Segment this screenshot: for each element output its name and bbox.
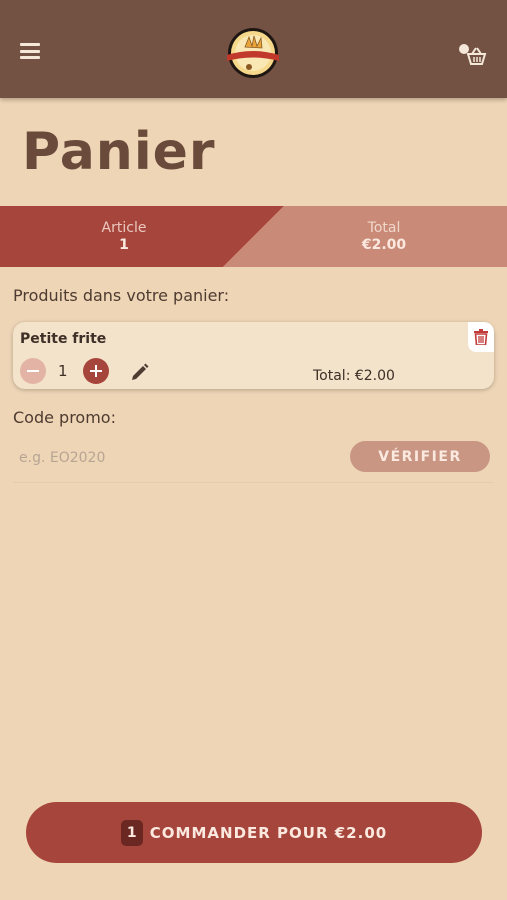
cart-item: Petite frite 1 Total: €2.00: [13, 322, 494, 389]
trash-icon[interactable]: [468, 322, 494, 352]
order-button-label: COMMANDER POUR €2.00: [149, 823, 388, 842]
total-value: €2.00: [361, 237, 407, 253]
increase-quantity-button[interactable]: [83, 358, 109, 384]
menu-icon[interactable]: [20, 43, 40, 59]
articles-label: Article: [101, 220, 147, 236]
products-heading: Produits dans votre panier:: [13, 286, 230, 305]
top-bar: [0, 0, 507, 98]
total-summary: Total €2.00: [304, 220, 464, 254]
promo-heading: Code promo:: [13, 408, 116, 427]
decrease-quantity-button[interactable]: [20, 358, 46, 384]
item-name: Petite frite: [20, 331, 107, 347]
promo-code-input[interactable]: [13, 444, 343, 472]
cart-summary-banner: Article 1 Total €2.00: [0, 206, 507, 267]
articles-summary: Article 1: [44, 220, 204, 254]
total-label: Total: [367, 220, 401, 236]
articles-count: 1: [119, 237, 129, 253]
pencil-icon[interactable]: [130, 362, 150, 382]
page-title: Panier: [22, 122, 216, 182]
order-button[interactable]: 1 COMMANDER POUR €2.00: [26, 802, 482, 863]
minus-icon: [27, 370, 39, 372]
promo-input-underline: [13, 482, 494, 483]
plus-icon: [90, 365, 102, 377]
user-cart-icon[interactable]: [457, 42, 487, 66]
logo[interactable]: [223, 27, 283, 79]
item-quantity: 1: [58, 362, 68, 380]
verify-promo-button[interactable]: VÉRIFIER: [350, 441, 490, 472]
order-item-count: 1: [120, 819, 143, 846]
item-total: Total: €2.00: [313, 368, 395, 384]
